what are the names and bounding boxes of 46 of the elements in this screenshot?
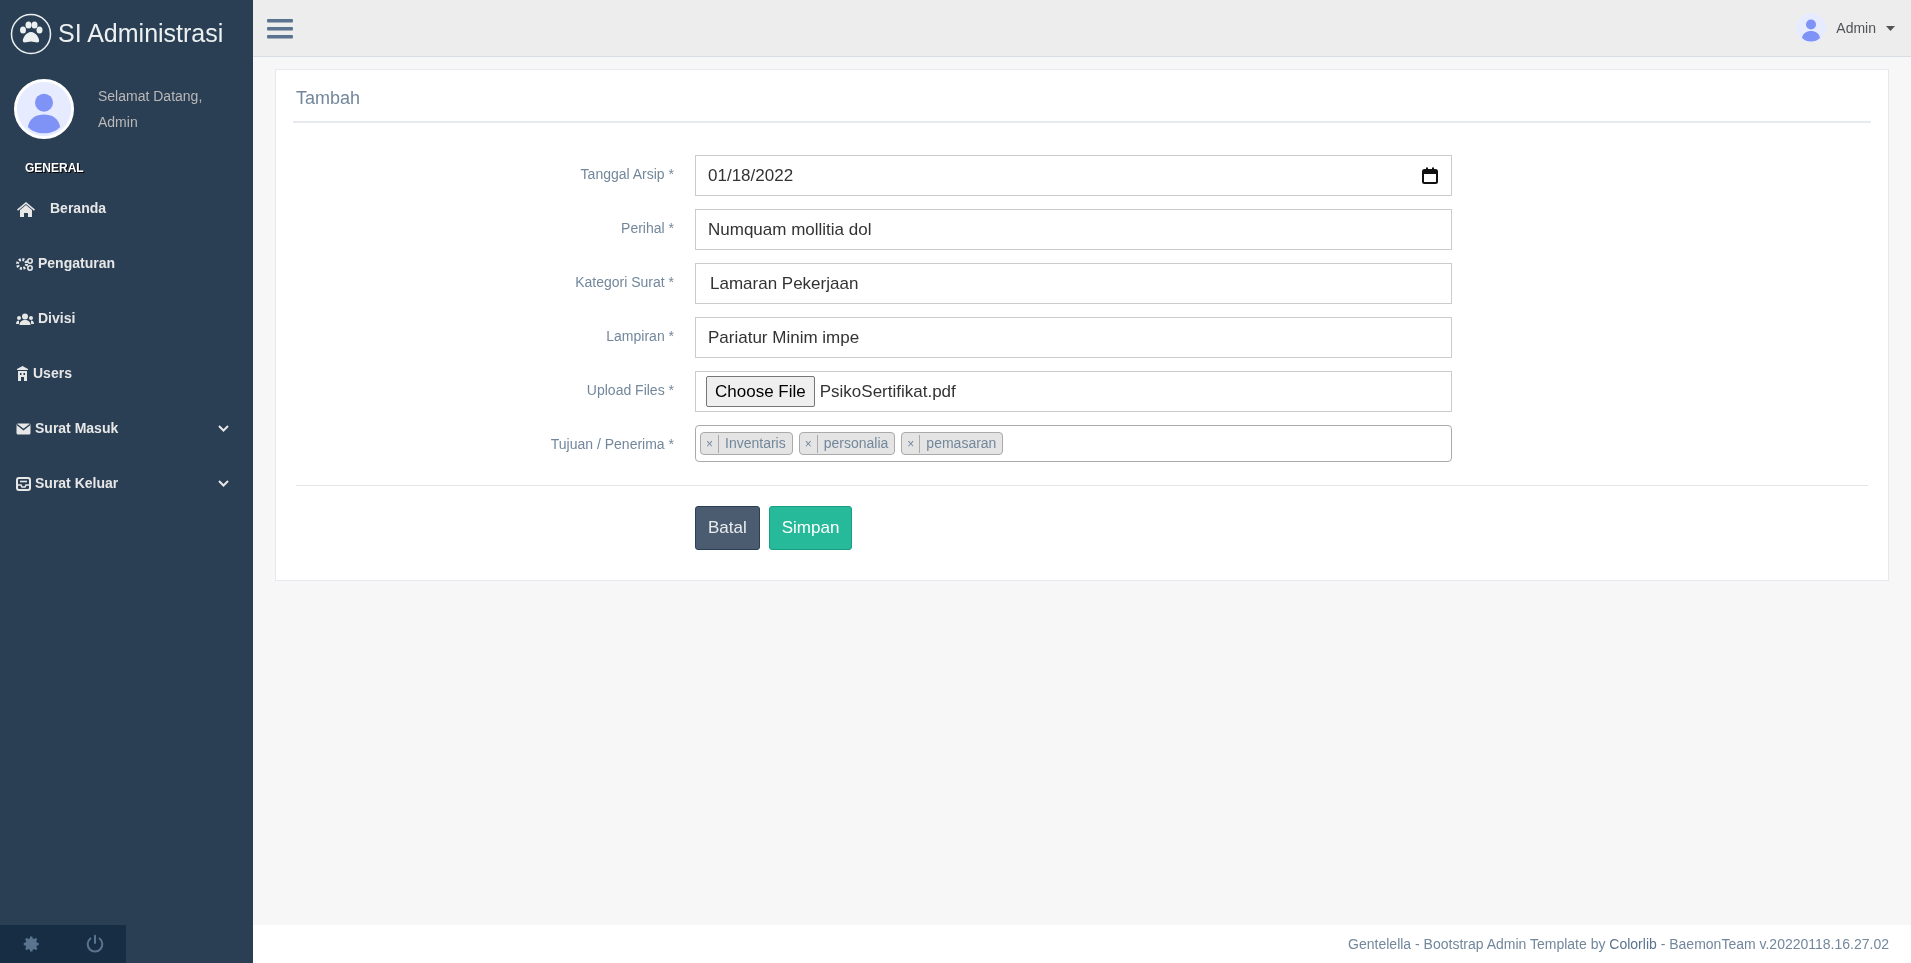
file-name: PsikoSertifikat.pdf	[819, 380, 956, 403]
field-label: Tujuan / Penerima *	[549, 435, 675, 454]
choose-file-button[interactable]: Choose File	[706, 375, 815, 408]
tag: × personalia	[798, 432, 896, 455]
file-field[interactable]: Choose File PsikoSertifikat.pdf	[695, 371, 1452, 412]
welcome-text: Selamat Datang,	[98, 87, 203, 106]
settings-icon	[22, 935, 41, 953]
avatar-icon	[1796, 13, 1827, 43]
building-icon	[16, 366, 29, 381]
sidebar-item[interactable]: Surat Keluar	[0, 456, 253, 511]
cancel-button[interactable]: Batal	[695, 506, 760, 550]
menu-button[interactable]	[267, 16, 293, 40]
user-name: Admin	[98, 113, 139, 132]
sidebar-item[interactable]: Pengaturan	[0, 236, 253, 291]
power-button[interactable]	[63, 925, 126, 963]
panel-title: Tambah	[293, 80, 1871, 123]
avatar-icon	[14, 79, 74, 139]
caret-icon	[1886, 25, 1895, 31]
home-icon	[16, 200, 36, 217]
users-icon	[16, 312, 34, 325]
section-title: GENERAL	[24, 160, 85, 177]
sidebar-item[interactable]: Beranda	[0, 181, 253, 236]
date-field[interactable]: 01/18/2022	[695, 155, 1452, 196]
inbox-icon	[16, 476, 31, 491]
tag: × Inventaris	[700, 432, 793, 455]
select-field[interactable]: Lamaran Pekerjaan	[695, 263, 1452, 304]
footer-link[interactable]: Colorlib	[1609, 935, 1657, 952]
field-label: Perihal *	[620, 219, 675, 238]
input-field[interactable]: Pariatur Minim impe	[695, 317, 1452, 358]
footer-text: Gentelella - Bootstrap Admin Template by Colorlib - BaemonTeam v.20220118.16.27.02	[1348, 934, 1889, 954]
gears-icon	[16, 256, 34, 271]
sidebar-item[interactable]: Users	[0, 346, 253, 401]
field-label: Tanggal Arsip *	[579, 165, 675, 184]
settings-button[interactable]	[0, 925, 63, 963]
input-field[interactable]: Numquam mollitia dol	[695, 209, 1452, 250]
paw-logo-icon	[10, 12, 52, 55]
user-menu[interactable]: Admin	[1796, 13, 1895, 43]
brand-title[interactable]: SI Administrasi	[58, 14, 224, 53]
sidebar-item[interactable]: Divisi	[0, 291, 253, 346]
field-label: Upload Files *	[585, 381, 675, 400]
envelope-icon	[16, 422, 31, 435]
field-label: Kategori Surat *	[574, 273, 675, 292]
tag: × pemasaran	[901, 432, 1004, 455]
calendar-icon	[1422, 167, 1438, 184]
sidebar-item[interactable]: Surat Masuk	[0, 401, 253, 456]
field-label: Lampiran *	[605, 327, 675, 346]
